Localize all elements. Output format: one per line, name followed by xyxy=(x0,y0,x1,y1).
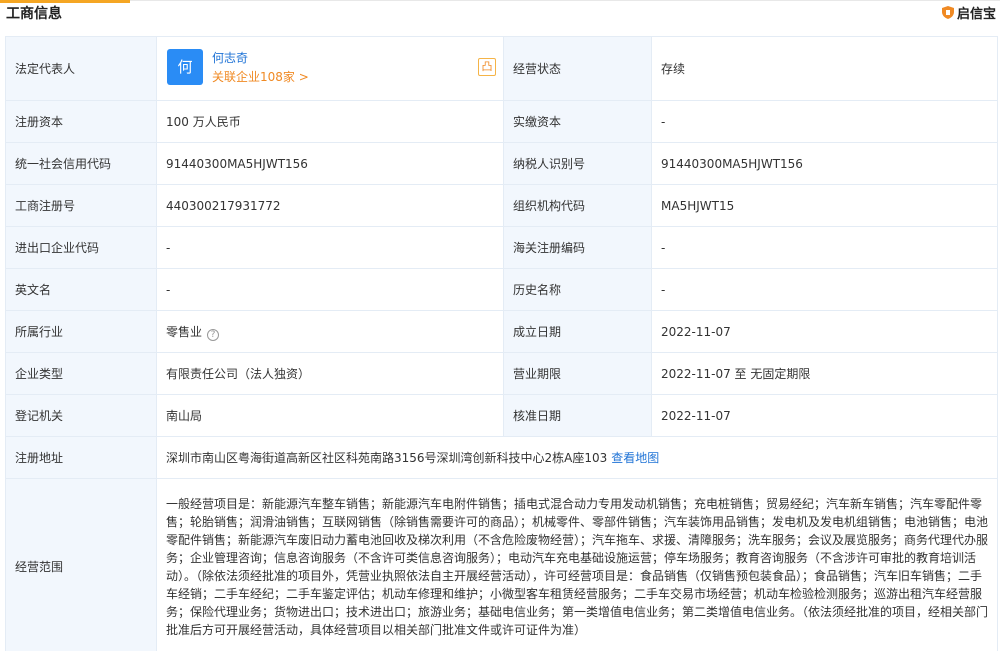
customs-label: 海关注册编码 xyxy=(503,226,652,269)
brand-name: 启信宝 xyxy=(956,7,996,22)
industry-value: 零售业 xyxy=(166,324,203,339)
table-row: 进出口企业代码 - 海关注册编码 - xyxy=(5,226,998,269)
reg-capital-value: 100 万人民币 xyxy=(156,100,504,143)
table-row: 注册地址 深圳市南山区粤海街道高新区社区科苑南路3156号深圳湾创新科技中心2栋… xyxy=(5,436,998,479)
address-cell: 深圳市南山区粤海街道高新区社区科苑南路3156号深圳湾创新科技中心2栋A座103… xyxy=(156,436,998,479)
brand-logo[interactable]: 启信宝 xyxy=(941,3,996,22)
english-name-label: 英文名 xyxy=(5,268,157,311)
approval-date-value: 2022-11-07 xyxy=(651,394,998,437)
table-row: 注册资本 100 万人民币 实缴资本 - xyxy=(5,100,998,143)
table-row: 统一社会信用代码 91440300MA5HJWT156 纳税人识别号 91440… xyxy=(5,142,998,185)
org-code-value: MA5HJWT15 xyxy=(651,184,998,227)
founded-value: 2022-11-07 xyxy=(651,310,998,353)
customs-value: - xyxy=(651,226,998,269)
table-row: 企业类型 有限责任公司（法人独资） 营业期限 2022-11-07 至 无固定期… xyxy=(5,352,998,395)
reg-no-value: 440300217931772 xyxy=(156,184,504,227)
table-row: 经营范围 一般经营项目是：新能源汽车整车销售；新能源汽车电附件销售；插电式混合动… xyxy=(5,478,998,651)
org-code-label: 组织机构代码 xyxy=(503,184,652,227)
table-row: 登记机关 南山局 核准日期 2022-11-07 xyxy=(5,394,998,437)
scope-value: 一般经营项目是：新能源汽车整车销售；新能源汽车电附件销售；插电式混合动力专用发动… xyxy=(156,478,998,651)
related-companies-link[interactable]: 关联企业108家 > xyxy=(212,68,309,86)
import-export-label: 进出口企业代码 xyxy=(5,226,157,269)
paid-capital-value: - xyxy=(651,100,998,143)
top-bar: 工商信息 启信宝 xyxy=(0,0,1000,28)
tax-id-value: 91440300MA5HJWT156 xyxy=(651,142,998,185)
reg-no-label: 工商注册号 xyxy=(5,184,157,227)
legal-rep-label: 法定代表人 xyxy=(5,36,157,101)
tax-id-label: 纳税人识别号 xyxy=(503,142,652,185)
legal-rep-name-link[interactable]: 何志奇 xyxy=(212,49,248,67)
business-term-label: 营业期限 xyxy=(503,352,652,395)
authority-value: 南山局 xyxy=(156,394,504,437)
table-row: 英文名 - 历史名称 - xyxy=(5,268,998,311)
history-name-label: 历史名称 xyxy=(503,268,652,311)
history-name-value: - xyxy=(651,268,998,311)
shield-icon xyxy=(941,6,954,19)
import-export-value: - xyxy=(156,226,504,269)
share-icon[interactable]: 凸 xyxy=(478,58,496,76)
credit-code-value: 91440300MA5HJWT156 xyxy=(156,142,504,185)
view-map-link[interactable]: 查看地图 xyxy=(611,451,659,465)
help-icon[interactable]: ? xyxy=(207,328,220,341)
english-name-value: - xyxy=(156,268,504,311)
business-term-value: 2022-11-07 至 无固定期限 xyxy=(651,352,998,395)
business-info-table: 法定代表人 何 何志奇 关联企业108家 > 凸 经营状态 存续 注册资本 10… xyxy=(5,36,998,651)
address-label: 注册地址 xyxy=(5,436,157,479)
paid-capital-label: 实缴资本 xyxy=(503,100,652,143)
credit-code-label: 统一社会信用代码 xyxy=(5,142,157,185)
founded-label: 成立日期 xyxy=(503,310,652,353)
table-row: 工商注册号 440300217931772 组织机构代码 MA5HJWT15 xyxy=(5,184,998,227)
legal-rep-cell: 何 何志奇 关联企业108家 > 凸 xyxy=(156,36,504,101)
top-divider xyxy=(130,0,1000,1)
table-row: 所属行业 零售业? 成立日期 2022-11-07 xyxy=(5,310,998,353)
authority-label: 登记机关 xyxy=(5,394,157,437)
avatar[interactable]: 何 xyxy=(167,49,203,85)
reg-capital-label: 注册资本 xyxy=(5,100,157,143)
industry-cell: 零售业? xyxy=(156,310,504,353)
industry-label: 所属行业 xyxy=(5,310,157,353)
status-label: 经营状态 xyxy=(503,36,652,101)
scope-label: 经营范围 xyxy=(5,478,157,651)
section-title: 工商信息 xyxy=(6,6,62,22)
approval-date-label: 核准日期 xyxy=(503,394,652,437)
table-row: 法定代表人 何 何志奇 关联企业108家 > 凸 经营状态 存续 xyxy=(5,36,998,101)
company-type-value: 有限责任公司（法人独资） xyxy=(156,352,504,395)
address-value: 深圳市南山区粤海街道高新区社区科苑南路3156号深圳湾创新科技中心2栋A座103 xyxy=(166,450,608,465)
company-type-label: 企业类型 xyxy=(5,352,157,395)
status-value: 存续 xyxy=(651,36,998,101)
